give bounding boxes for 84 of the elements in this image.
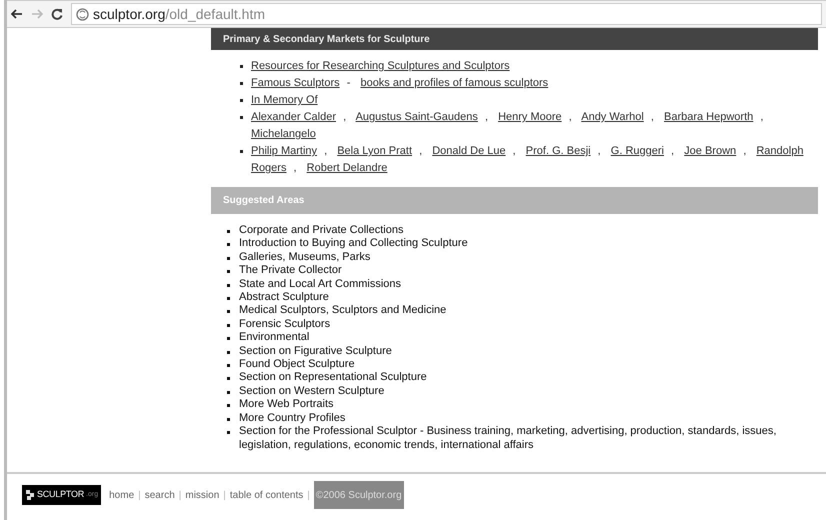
separator: , bbox=[598, 145, 601, 157]
section-header: Suggested Areas bbox=[211, 187, 818, 214]
link[interactable]: Henry Moore bbox=[498, 111, 562, 123]
link[interactable]: Donald De Lue bbox=[432, 145, 506, 157]
bullet-icon bbox=[227, 431, 230, 434]
separator: , bbox=[671, 145, 674, 157]
address-bar[interactable]: sculptor.org/old_default.htm bbox=[71, 3, 822, 25]
link[interactable]: Famous Sculptors bbox=[251, 77, 340, 89]
bullet-icon bbox=[227, 324, 230, 327]
link[interactable]: Robert Delandre bbox=[306, 162, 388, 174]
list-item[interactable]: Section for the Professional Sculptor - Business training, marketing, advertising, production, standards, issues, legislation, regulations, economic trends, international affairs bbox=[239, 425, 818, 452]
list-item[interactable]: Section on Figurative Sculpture bbox=[239, 344, 392, 358]
bullet-icon bbox=[227, 418, 230, 421]
link[interactable]: Andy Warhol bbox=[581, 111, 644, 123]
footer-link[interactable]: search bbox=[144, 488, 175, 502]
bullet-icon bbox=[240, 116, 242, 119]
separator: , bbox=[512, 145, 516, 157]
bullet-icon bbox=[227, 350, 230, 354]
link[interactable]: Randolph bbox=[756, 145, 804, 157]
bullet-icon bbox=[227, 284, 230, 287]
bullet-icon bbox=[240, 65, 242, 68]
list-item[interactable]: Corporate and Private Collections bbox=[239, 224, 404, 238]
link[interactable]: Alexander Calder bbox=[251, 111, 336, 123]
list-item[interactable]: Forensic Sculptors bbox=[239, 318, 330, 332]
separator: | bbox=[223, 488, 226, 502]
separator: , bbox=[343, 111, 346, 123]
bullet-icon bbox=[227, 270, 230, 274]
footer-link[interactable]: table of contents bbox=[230, 488, 304, 502]
link[interactable]: Resources for Researching Sculptures and Sculptors bbox=[251, 60, 510, 72]
separator: , bbox=[324, 145, 328, 157]
list-item[interactable]: The Private Collector bbox=[239, 264, 342, 278]
footer-link[interactable]: mission bbox=[185, 488, 220, 502]
link[interactable]: Augustus Saint-Gaudens bbox=[356, 111, 478, 123]
bullet-icon bbox=[227, 243, 230, 246]
list-item[interactable]: More Web Portraits bbox=[239, 398, 334, 412]
link[interactable]: Bela Lyon Pratt bbox=[337, 145, 412, 157]
bullet-icon bbox=[227, 297, 230, 300]
link[interactable]: In Memory Of bbox=[251, 94, 318, 106]
list-item[interactable]: Found Object Sculpture bbox=[239, 358, 355, 372]
link[interactable]: Michelangelo bbox=[251, 128, 316, 140]
separator: , bbox=[760, 111, 764, 123]
link[interactable]: Prof. G. Besji bbox=[526, 145, 591, 157]
separator: , bbox=[484, 111, 488, 123]
list-item[interactable]: State and Local Art Commissions bbox=[239, 278, 402, 292]
bullet-icon bbox=[240, 82, 242, 85]
separator: | bbox=[178, 488, 182, 502]
bullet-icon bbox=[240, 99, 242, 102]
separator: | bbox=[307, 488, 310, 502]
list-item[interactable]: More Country Profiles bbox=[239, 412, 346, 426]
link[interactable]: Philip Martiny bbox=[251, 145, 318, 157]
link[interactable]: Joe Brown bbox=[684, 145, 736, 157]
bullet-icon bbox=[227, 390, 230, 394]
list-item[interactable]: Galleries, Museums, Parks bbox=[239, 250, 370, 264]
bullet-icon bbox=[240, 150, 242, 153]
separator: , bbox=[294, 162, 297, 174]
reload-icon[interactable] bbox=[51, 8, 63, 20]
list-item[interactable]: Environmental bbox=[239, 331, 310, 345]
bullet-icon bbox=[227, 310, 230, 314]
link[interactable]: Barbara Hepworth bbox=[664, 111, 754, 123]
bullet-icon bbox=[227, 404, 230, 408]
link[interactable]: G. Ruggeri bbox=[610, 145, 664, 157]
separator: , bbox=[743, 145, 746, 157]
bullet-icon bbox=[227, 337, 230, 340]
footer-link[interactable]: home bbox=[109, 488, 134, 502]
url-text: sculptor.org/old_default.htm bbox=[93, 4, 265, 24]
separator: , bbox=[419, 145, 422, 157]
separator: , bbox=[650, 111, 654, 123]
list-item[interactable]: Introduction to Buying and Collecting Sculpture bbox=[239, 237, 468, 251]
bullet-icon bbox=[227, 256, 230, 260]
link[interactable]: Rogers bbox=[251, 162, 286, 174]
bullet-icon bbox=[227, 230, 230, 233]
list-item[interactable]: Abstract Sculpture bbox=[239, 291, 329, 304]
bullet-icon bbox=[227, 364, 230, 368]
separator: , bbox=[568, 111, 572, 123]
list-item[interactable]: Section on Western Sculpture bbox=[239, 384, 384, 398]
section-header: Primary & Secondary Markets for Sculpture bbox=[211, 28, 818, 50]
list-item[interactable]: Section on Representational Sculpture bbox=[239, 371, 427, 385]
link[interactable]: books and profiles of famous sculptors bbox=[360, 77, 548, 89]
list-item[interactable]: Medical Sculptors, Sculptors and Medicine bbox=[239, 304, 446, 318]
copyright-text: ©2006 Sculptor.org bbox=[314, 481, 404, 509]
separator: | bbox=[138, 488, 141, 502]
bullet-icon bbox=[227, 377, 230, 380]
separator: - bbox=[346, 77, 350, 89]
back-icon[interactable] bbox=[11, 9, 23, 19]
